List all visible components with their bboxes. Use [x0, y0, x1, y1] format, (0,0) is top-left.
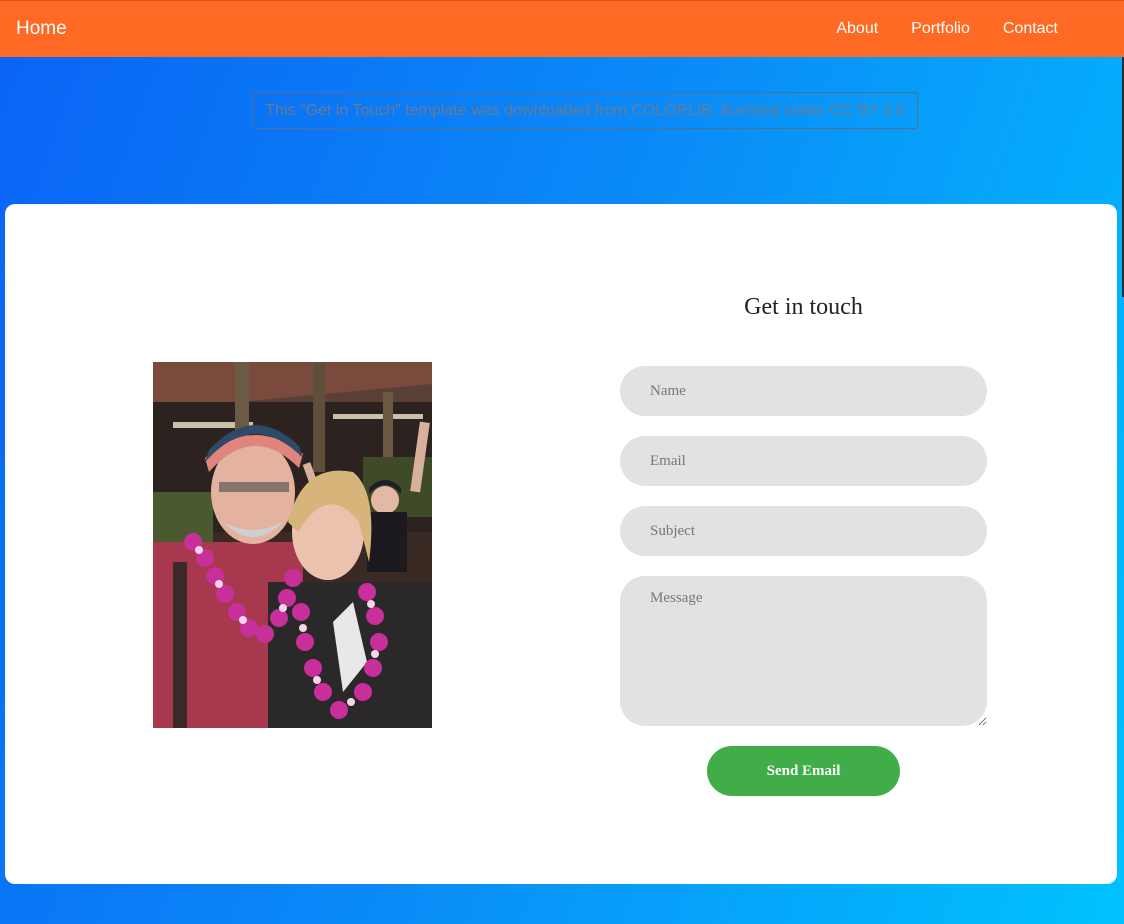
message-textarea[interactable] — [620, 576, 987, 726]
profile-photo — [153, 362, 432, 728]
template-notice: This "Get in Touch" template was downloa… — [252, 92, 918, 129]
email-input[interactable] — [620, 436, 987, 486]
subject-input[interactable] — [620, 506, 987, 556]
send-email-button[interactable]: Send Email — [707, 746, 900, 796]
contact-heading: Get in touch — [744, 294, 863, 320]
nav-links: About Portfolio Contact — [836, 20, 1058, 38]
nav-link-portfolio[interactable]: Portfolio — [911, 20, 970, 38]
nav-link-contact[interactable]: Contact — [1003, 20, 1058, 38]
navbar: Home About Portfolio Contact — [0, 0, 1124, 57]
nav-link-about[interactable]: About — [836, 20, 878, 38]
contact-card: Get in touch Send Email — [5, 204, 1117, 884]
home-link[interactable]: Home — [16, 18, 67, 40]
name-input[interactable] — [620, 366, 987, 416]
